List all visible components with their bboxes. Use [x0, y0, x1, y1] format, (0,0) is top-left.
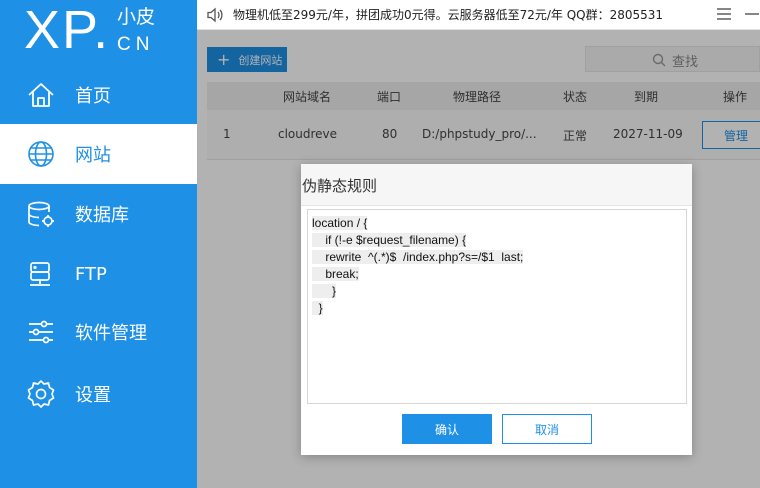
code-line: }	[312, 284, 337, 298]
sidebar-item-label: 设置	[75, 385, 111, 406]
column-header: 状态	[563, 90, 588, 104]
sidebar-item-settings[interactable]: 设置	[0, 364, 197, 424]
sidebar-item-home[interactable]: 首页	[0, 65, 197, 125]
sidebar-item-label: 数据库	[75, 205, 129, 226]
cancel-button[interactable]: 取消	[502, 414, 592, 444]
site-domain: cloudreve	[278, 127, 338, 141]
sidebar-item-software[interactable]: 软件管理	[0, 302, 197, 362]
sidebar-item-label: 首页	[75, 86, 111, 107]
sidebar: XP. 小皮 CN 首页 网站 数据库 FTP 软件管理 设置	[0, 0, 197, 488]
code-line: rewrite ^(.*)$ /index.php?s=/$1 last;	[312, 250, 524, 264]
manage-button[interactable]: 管理	[702, 121, 760, 149]
dialog-title: 伪静态规则	[302, 177, 378, 195]
column-header: 到期	[634, 90, 659, 104]
dialog-header: 伪静态规则	[301, 164, 692, 206]
code-line: if (!-e $request_filename) {	[312, 233, 467, 247]
row-index: 1	[223, 127, 231, 141]
logo-brand: XP.	[24, 0, 111, 60]
site-path: D:/phpstudy_pro/...	[422, 127, 537, 141]
table-row: 1 cloudreve 80 D:/phpstudy_pro/... 正常 20…	[207, 110, 760, 160]
site-expiry: 2027-11-09	[613, 127, 683, 141]
table-header: 网站域名 端口 物理路径 状态 到期 操作	[207, 82, 760, 110]
notice-text: 物理机低至299元/年，拼团成功0元得。云服务器低至72元/年 QQ群：2805…	[233, 8, 664, 22]
sidebar-item-label: 软件管理	[75, 323, 147, 344]
confirm-button[interactable]: 确认	[402, 414, 492, 444]
column-header: 物理路径	[453, 90, 502, 104]
site-port: 80	[382, 127, 398, 141]
sidebar-item-label: 网站	[75, 145, 111, 166]
column-header: 网站域名	[283, 90, 332, 104]
code-line: break;	[312, 267, 359, 281]
code-line: }	[312, 301, 323, 315]
code-line: location / {	[312, 216, 368, 230]
search-placeholder: 查找	[672, 55, 699, 70]
create-website-button[interactable]: + 创建网站	[207, 47, 287, 72]
sidebar-item-label: FTP	[75, 263, 107, 285]
column-header: 端口	[377, 90, 402, 104]
search-input[interactable]: 查找	[585, 46, 760, 72]
sidebar-item-database[interactable]: 数据库	[0, 184, 197, 244]
database-icon	[26, 199, 56, 229]
search-icon	[652, 52, 666, 67]
sliders-icon	[26, 317, 56, 347]
create-website-label: 创建网站	[238, 53, 283, 67]
plus-icon: +	[217, 49, 231, 69]
logo-small-text: 小皮	[117, 6, 156, 28]
sidebar-item-website[interactable]: 网站	[0, 124, 197, 184]
notice-bar: 物理机低至299元/年，拼团成功0元得。云服务器低至72元/年 QQ群：2805…	[197, 0, 760, 30]
gear-icon	[26, 379, 56, 409]
rewrite-rules-editor[interactable]: location / { if (!-e $request_filename) …	[307, 209, 687, 404]
globe-icon	[26, 139, 56, 169]
sidebar-item-ftp[interactable]: FTP	[0, 244, 197, 304]
rewrite-rules-dialog: 伪静态规则 location / { if (!-e $request_file…	[301, 164, 692, 455]
minimize-icon[interactable]	[744, 6, 760, 22]
logo-cn-text: CN	[117, 34, 155, 55]
column-header: 操作	[723, 90, 748, 104]
home-icon	[26, 80, 56, 110]
menu-icon[interactable]	[716, 6, 732, 22]
server-icon	[26, 259, 56, 289]
site-status: 正常	[563, 129, 588, 143]
speaker-icon	[206, 6, 224, 24]
app-logo: XP. 小皮 CN	[0, 0, 197, 62]
